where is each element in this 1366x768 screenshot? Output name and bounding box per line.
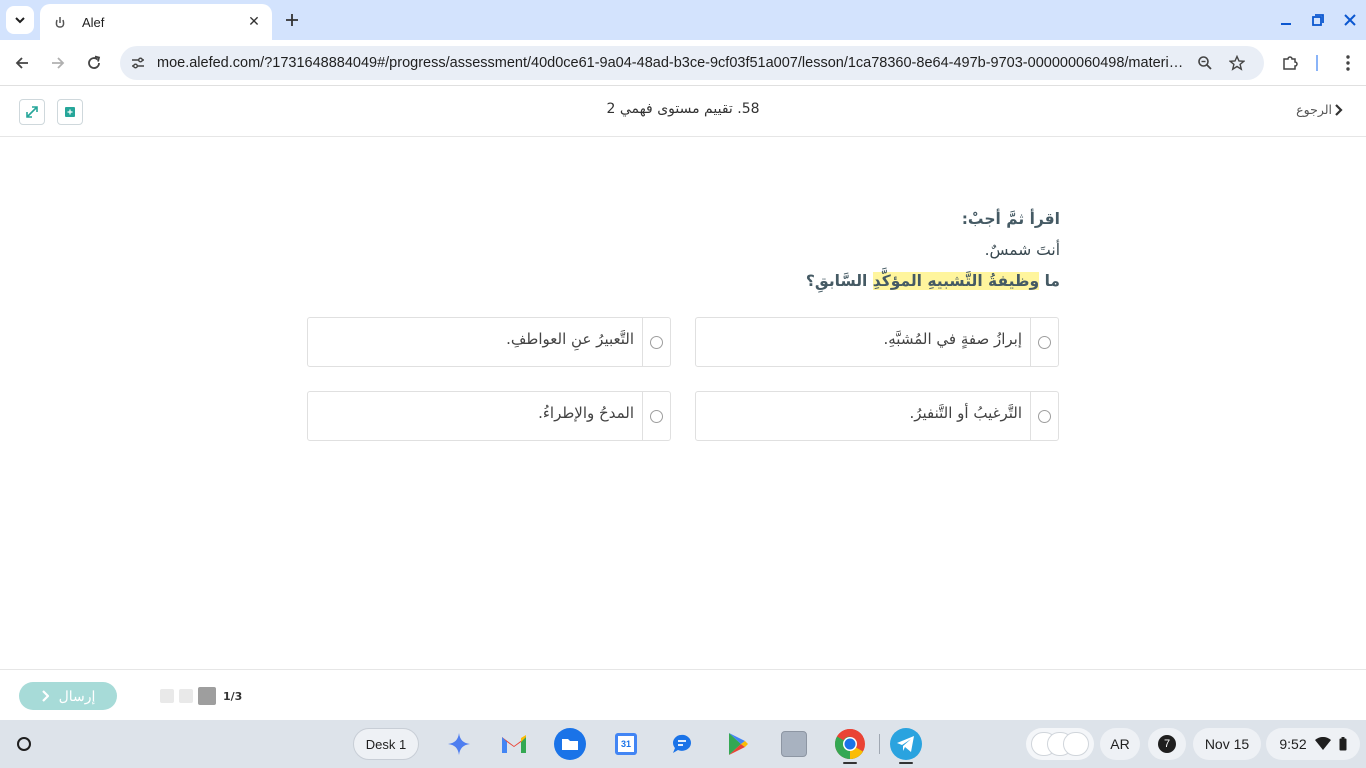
address-bar[interactable]: moe.alefed.com/?1731648884049#/progress/… (120, 46, 1264, 80)
question-prompt: ما وظيفةُ التَّشبيهِ المؤكَّدِ السَّابقِ… (300, 266, 1060, 297)
date-tray[interactable]: Nov 15 (1193, 728, 1261, 760)
notification-tray[interactable]: 7 (1148, 728, 1186, 760)
telegram-running-indicator (899, 762, 913, 764)
question-sentence: أنتَ شمسٌ. (984, 241, 1060, 259)
pager-dot-2[interactable] (179, 689, 193, 703)
close-icon (1344, 14, 1356, 26)
restore-icon (1312, 14, 1324, 26)
submit-button[interactable]: إرسال (19, 682, 117, 710)
system-shelf: Desk 1 31 AR 7 Nov 15 9:52 (0, 720, 1366, 768)
site-settings-icon[interactable] (128, 53, 148, 73)
gemini-app-icon[interactable] (443, 728, 475, 760)
extensions-button[interactable] (1277, 50, 1303, 76)
gmail-app-icon[interactable] (498, 728, 530, 760)
question-prompt-suffix: السَّابقِ؟ (805, 272, 873, 290)
arrow-right-icon (52, 57, 65, 69)
tab-close-icon[interactable]: ✕ (244, 12, 264, 32)
clock-time: 9:52 (1279, 736, 1307, 752)
tab-title: Alef (82, 14, 105, 30)
profile-divider (1316, 55, 1318, 71)
more-vertical-icon (1346, 55, 1350, 71)
answer-options: إبرازُ صفةٍ في المُشبَّهِ. التَّعبيرُ عن… (307, 317, 1059, 441)
shelf-divider (879, 734, 880, 754)
restore-window-button[interactable] (1306, 8, 1330, 32)
arrow-left-icon (15, 57, 28, 69)
battery-icon (1339, 737, 1347, 751)
page-indicator: 1/3 (223, 689, 243, 703)
chrome-app-icon[interactable] (834, 728, 866, 760)
puzzle-icon (1283, 56, 1298, 70)
lesson-header: 58. تقييم مستوى فهمي 2 الرجوع (0, 87, 1366, 137)
question-prompt-prefix: ما (1039, 272, 1060, 290)
pager-dot-1[interactable] (198, 687, 216, 705)
page-title: 58. تقييم مستوى فهمي 2 (606, 101, 760, 117)
reload-icon (88, 55, 101, 69)
zoom-icon[interactable] (1193, 51, 1217, 75)
desk-button[interactable]: Desk 1 (353, 728, 419, 760)
radio-button[interactable] (650, 335, 663, 349)
notification-count-badge: 7 (1158, 735, 1176, 753)
holding-space-button[interactable] (1026, 728, 1094, 760)
answer-radio-cell[interactable] (642, 318, 670, 366)
question-prompt-highlight: وظيفةُ التَّشبيهِ المؤكَّدِ (872, 272, 1040, 290)
radio-button[interactable] (1038, 409, 1051, 423)
chevron-down-icon (15, 17, 25, 24)
app-placeholder-icon[interactable] (778, 728, 810, 760)
browser-tab-active[interactable]: Alef ✕ (40, 4, 272, 40)
question-pager: 1/3 (160, 687, 242, 705)
reload-button[interactable] (81, 50, 107, 76)
pager-dot-3[interactable] (160, 689, 174, 703)
browser-toolbar: moe.alefed.com/?1731648884049#/progress/… (0, 40, 1366, 86)
back-link[interactable]: الرجوع (1296, 102, 1344, 117)
minimize-window-button[interactable] (1274, 8, 1298, 32)
telegram-app-icon[interactable] (890, 728, 922, 760)
answer-text: التَّرغيبُ أو التَّنفيرُ. (909, 404, 1022, 422)
menu-button[interactable] (1335, 50, 1361, 76)
answer-text: التَّعبيرُ عنِ العواطفِ. (506, 330, 634, 348)
radio-button[interactable] (1038, 335, 1051, 349)
answer-option-1[interactable]: إبرازُ صفةٍ في المُشبَّهِ. (695, 317, 1059, 367)
messages-app-icon[interactable] (666, 728, 698, 760)
lesson-footer: إرسال 1/3 (0, 669, 1366, 720)
answer-radio-cell[interactable] (642, 392, 670, 440)
play-store-app-icon[interactable] (722, 728, 754, 760)
chrome-running-indicator (843, 762, 857, 764)
launcher-button[interactable] (8, 728, 40, 760)
back-link-label: الرجوع (1296, 102, 1332, 117)
plus-icon (286, 14, 298, 26)
alef-favicon-icon (52, 14, 68, 30)
question-instruction: اقرأ ثمَّ أجبْ: (961, 210, 1060, 228)
back-button[interactable] (9, 50, 35, 76)
forward-button[interactable] (45, 50, 71, 76)
launcher-circle-icon (17, 737, 31, 751)
wifi-icon (1314, 737, 1331, 750)
calendar-day: 31 (615, 733, 637, 755)
tab-search-button[interactable] (6, 6, 34, 34)
answer-option-4[interactable]: المدحُ والإطراءُ. (307, 391, 671, 441)
answer-text: إبرازُ صفةٍ في المُشبَّهِ. (883, 330, 1022, 348)
close-window-button[interactable] (1338, 8, 1362, 32)
new-tab-button[interactable] (280, 8, 304, 32)
files-app-icon[interactable] (554, 728, 586, 760)
submit-label: إرسال (58, 687, 96, 704)
answer-option-3[interactable]: التَّرغيبُ أو التَّنفيرُ. (695, 391, 1059, 441)
input-method-indicator[interactable]: AR (1100, 728, 1140, 760)
minimize-icon (1281, 23, 1291, 25)
bookmark-star-icon[interactable] (1225, 51, 1249, 75)
chevron-right-icon (41, 690, 49, 702)
chevron-right-icon (1335, 103, 1343, 116)
radio-button[interactable] (650, 409, 663, 423)
question-block: اقرأ ثمَّ أجبْ: أنتَ شمسٌ. ما وظيفةُ الت… (300, 204, 1060, 297)
answer-text: المدحُ والإطراءُ. (538, 404, 634, 422)
calendar-app-icon[interactable]: 31 (610, 728, 642, 760)
browser-tabstrip: Alef ✕ (0, 0, 1366, 40)
answer-option-2[interactable]: التَّعبيرُ عنِ العواطفِ. (307, 317, 671, 367)
status-tray[interactable]: 9:52 (1266, 728, 1360, 760)
answer-radio-cell[interactable] (1030, 318, 1058, 366)
answer-radio-cell[interactable] (1030, 392, 1058, 440)
url-text: moe.alefed.com/?1731648884049#/progress/… (157, 55, 1187, 71)
